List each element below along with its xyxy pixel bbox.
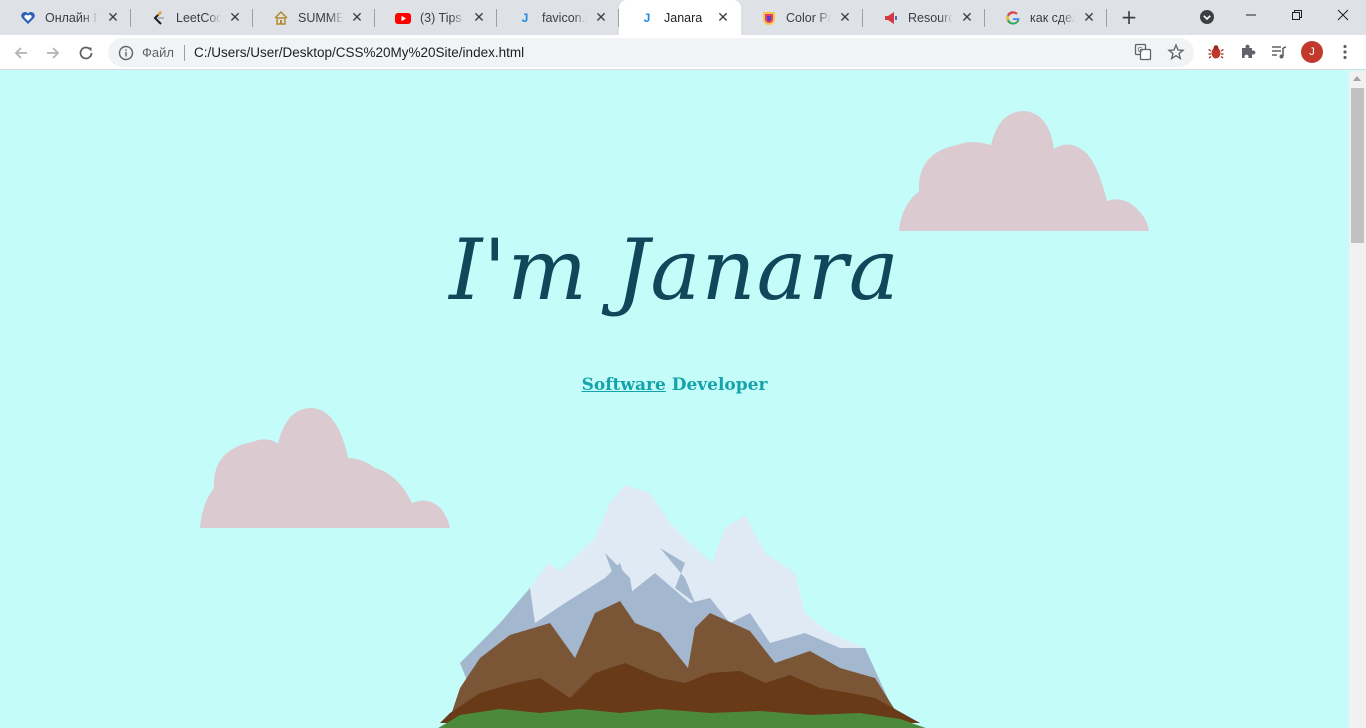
translate-button[interactable]: G [1134, 43, 1152, 61]
close-icon[interactable]: ✕ [593, 10, 609, 26]
tab-title: как сделать [1030, 10, 1075, 25]
arrow-left-icon [14, 47, 27, 59]
leetcode-icon [151, 10, 167, 26]
page-subtitle: Software Developer [0, 375, 1349, 395]
playlist-music-icon [1272, 46, 1287, 59]
tab-online-it-school[interactable]: Онлайн IT-школа ✕ [0, 0, 131, 35]
scrollbar-thumb[interactable] [1351, 88, 1364, 243]
close-icon[interactable]: ✕ [227, 10, 243, 26]
close-icon[interactable]: ✕ [837, 10, 853, 26]
tab-title: Resources - [908, 10, 953, 25]
vertical-scrollbar[interactable] [1349, 71, 1366, 728]
browser-menu-button[interactable] [1335, 42, 1355, 62]
cloud-top-right [899, 111, 1149, 231]
close-window-button[interactable] [1320, 0, 1366, 30]
media-control-button[interactable] [1269, 42, 1289, 62]
page-viewport: I'm Janara Software Developer [0, 71, 1349, 728]
minimize-button[interactable] [1228, 0, 1274, 30]
tab-janara[interactable]: J Janara ✕ [619, 0, 741, 35]
google-icon [1005, 10, 1021, 26]
tab-title: (3) Tips from [420, 10, 465, 25]
scheme-label: Файл [142, 45, 174, 60]
tab-separator [1106, 9, 1107, 27]
tab-title: Онлайн IT-школа [45, 10, 99, 25]
translate-icon: G [1134, 43, 1152, 61]
tab-leetcode[interactable]: LeetCode - The World's ✕ [131, 0, 253, 35]
tab-favicon[interactable]: J favicon.ico ✕ [497, 0, 619, 35]
tab-title: Color Palettes [786, 10, 831, 25]
close-icon[interactable]: ✕ [349, 10, 365, 26]
page-title: I'm Janara [449, 221, 900, 319]
tab-title: favicon.ico [542, 10, 587, 25]
software-link[interactable]: Software [582, 375, 666, 395]
close-icon [1337, 9, 1349, 21]
tab-color-palettes[interactable]: Color Palettes ✕ [741, 0, 863, 35]
close-icon[interactable]: ✕ [105, 10, 121, 26]
star-icon [1167, 43, 1185, 60]
shield-palette-icon [761, 10, 777, 26]
cloud-left [200, 408, 450, 528]
close-icon[interactable]: ✕ [959, 10, 975, 26]
bookmark-button[interactable] [1167, 43, 1185, 61]
profile-avatar[interactable]: J [1301, 41, 1323, 63]
url-text[interactable]: C:/Users/User/Desktop/CSS%20My%20Site/in… [194, 45, 524, 60]
extensions-button[interactable] [1238, 42, 1258, 62]
tab-strip: Онлайн IT-школа ✕ LeetCode - The World's… [0, 0, 1366, 35]
puzzle-icon [1242, 44, 1256, 58]
omnibox-divider [183, 44, 185, 61]
new-tab-button[interactable]: + [1118, 5, 1140, 29]
tab-resources[interactable]: Resources - ✕ [863, 0, 985, 35]
tab-summer-camp[interactable]: SUMMER CAMP ✕ [253, 0, 375, 35]
minimize-icon [1246, 14, 1256, 16]
restore-icon [1292, 10, 1302, 20]
forward-button[interactable] [39, 39, 67, 67]
tab-search-button[interactable] [1199, 9, 1215, 25]
youtube-icon [395, 10, 411, 26]
bug-icon [1208, 45, 1224, 59]
tab-youtube[interactable]: (3) Tips from ✕ [375, 0, 497, 35]
tab-title: SUMMER CAMP [298, 10, 343, 25]
reload-icon [79, 46, 93, 60]
close-icon[interactable]: ✕ [471, 10, 487, 26]
browser-toolbar: Файл C:/Users/User/Desktop/CSS%20My%20Si… [0, 35, 1366, 70]
info-icon[interactable] [118, 45, 134, 61]
close-icon[interactable]: ✕ [1081, 10, 1097, 26]
tab-title: LeetCode - The World's [176, 10, 221, 25]
j-icon: J [521, 10, 529, 25]
restore-button[interactable] [1274, 0, 1320, 30]
address-bar[interactable]: Файл C:/Users/User/Desktop/CSS%20My%20Si… [108, 38, 1194, 67]
tab-title: Janara [664, 10, 703, 25]
subtitle-text: Developer [671, 375, 768, 395]
house-icon [273, 10, 289, 26]
reload-button[interactable] [72, 39, 100, 67]
chevron-down-icon [1200, 10, 1214, 24]
tab-google-search[interactable]: как сделать ✕ [985, 0, 1107, 35]
back-button[interactable] [7, 39, 35, 67]
mountain-illustration [438, 485, 926, 728]
svg-text:G: G [1138, 47, 1143, 54]
arrow-right-icon [47, 47, 60, 59]
heart-shield-icon [20, 10, 36, 26]
j-icon: J [643, 10, 651, 25]
megaphone-icon [883, 10, 899, 26]
close-icon[interactable]: ✕ [715, 10, 731, 26]
extension-bug-button[interactable] [1206, 42, 1226, 62]
scroll-up-arrow-icon[interactable] [1353, 76, 1361, 81]
more-vertical-icon [1343, 44, 1347, 60]
